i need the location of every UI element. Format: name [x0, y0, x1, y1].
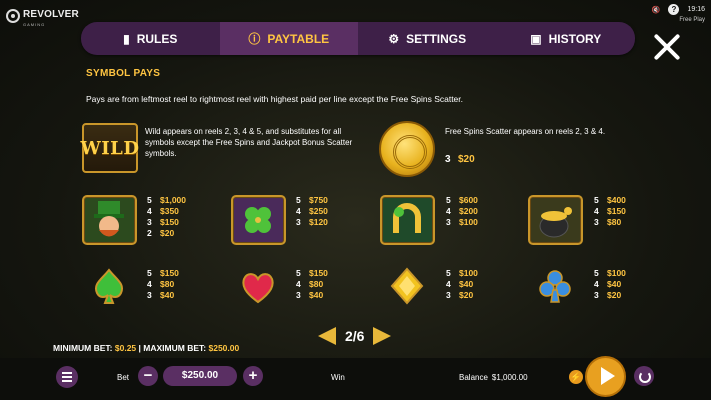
win-label: Win	[331, 373, 345, 382]
close-icon[interactable]	[652, 32, 682, 62]
info-icon: ⓘ	[248, 32, 261, 46]
club-gem-icon	[539, 270, 571, 303]
previous-page-arrow-icon[interactable]	[318, 327, 336, 345]
balance: Balance $1,000.00	[459, 373, 528, 382]
paytable-intro: Pays are from leftmost reel to rightmost…	[86, 94, 464, 104]
section-title: SYMBOL PAYS	[86, 68, 161, 79]
game-control-bar: Bet − $250.00 + Win Balance $1,000.00 ⚡	[0, 358, 711, 400]
horseshoe-symbol-icon	[380, 195, 435, 245]
brand-name: REVOLVER	[23, 9, 79, 20]
heart-gem-icon	[242, 273, 274, 304]
spade-gem-pays: 5 $150 4 $80 3 $40	[147, 268, 179, 300]
turbo-icon[interactable]: ⚡	[569, 370, 583, 384]
diamond-gem-pays: 5 $100 4 $40 3 $20	[446, 268, 478, 300]
diamond-gem-icon	[390, 267, 424, 305]
heart-gem-pays: 5 $150 4 $80 3 $40	[296, 268, 328, 300]
brand-sub: GAMING	[23, 22, 46, 27]
scatter-pays: 3 $20	[445, 154, 475, 165]
bet-label: Bet	[117, 373, 130, 382]
calendar-icon: ▣	[530, 31, 542, 46]
pot-of-gold-pays: 5 $400 4 $150 3 $80	[594, 195, 626, 227]
status-bar: REVOLVER GAMING 🔇 ? 19:16 Free Play	[0, 0, 711, 27]
clock: 19:16	[687, 6, 705, 13]
horseshoe-pays: 5 $600 4 $200 3 $100	[446, 195, 478, 227]
next-page-arrow-icon[interactable]	[373, 327, 392, 345]
page-indicator: 2/6	[345, 328, 365, 344]
leprechaun-pays: 5 $1,000 4 $350 3 $150 2 $20	[147, 195, 186, 238]
wild-symbol-label: WILD	[80, 137, 140, 159]
free-spins-scatter-icon	[379, 121, 435, 177]
tab-rules[interactable]: ▮ RULES	[81, 22, 220, 55]
revolver-logo-icon	[6, 8, 20, 23]
scatter-description: Free Spins Scatter appears on reels 2, 3…	[445, 127, 606, 136]
tab-label: HISTORY	[548, 31, 602, 46]
brand-logo: REVOLVER GAMING	[6, 4, 79, 27]
book-icon: ▮	[123, 31, 130, 46]
help-icon[interactable]: ?	[668, 4, 680, 15]
clover-pays: 5 $750 4 $250 3 $120	[296, 195, 328, 227]
mode-label: Free Play	[679, 17, 705, 23]
tab-label: SETTINGS	[406, 31, 467, 46]
tab-history[interactable]: ▣ HISTORY	[497, 22, 636, 55]
club-gem-pays: 5 $100 4 $40 3 $20	[594, 268, 626, 300]
tab-label: PAYTABLE	[267, 31, 330, 46]
tab-label: RULES	[136, 31, 178, 46]
menu-button[interactable]	[56, 366, 78, 388]
tab-paytable[interactable]: ⓘ PAYTABLE	[219, 22, 358, 55]
increase-bet-button[interactable]: +	[243, 366, 263, 386]
gear-icon: ⚙	[388, 31, 400, 46]
info-tabs: ▮ RULES ⓘ PAYTABLE ⚙ SETTINGS ▣ HISTORY	[81, 22, 635, 55]
bet-value: $250.00	[163, 366, 237, 386]
paytable-pager: 2/6	[318, 327, 392, 345]
spin-button[interactable]	[587, 358, 624, 395]
tab-settings[interactable]: ⚙ SETTINGS	[358, 22, 497, 55]
bet-limits: MINIMUM BET: $0.25 | MAXIMUM BET: $250.0…	[53, 343, 240, 353]
wild-symbol-icon: WILD	[80, 123, 140, 173]
autoplay-button[interactable]	[634, 366, 654, 386]
pot-of-gold-symbol-icon	[528, 195, 583, 245]
speaker-mute-icon[interactable]: 🔇	[652, 6, 661, 14]
decrease-bet-button[interactable]: −	[138, 366, 158, 386]
spade-gem-icon	[95, 268, 123, 304]
four-leaf-clover-symbol-icon	[231, 195, 286, 245]
wild-description: Wild appears on reels 2, 3, 4 & 5, and s…	[145, 127, 353, 158]
leprechaun-symbol-icon	[82, 195, 137, 245]
